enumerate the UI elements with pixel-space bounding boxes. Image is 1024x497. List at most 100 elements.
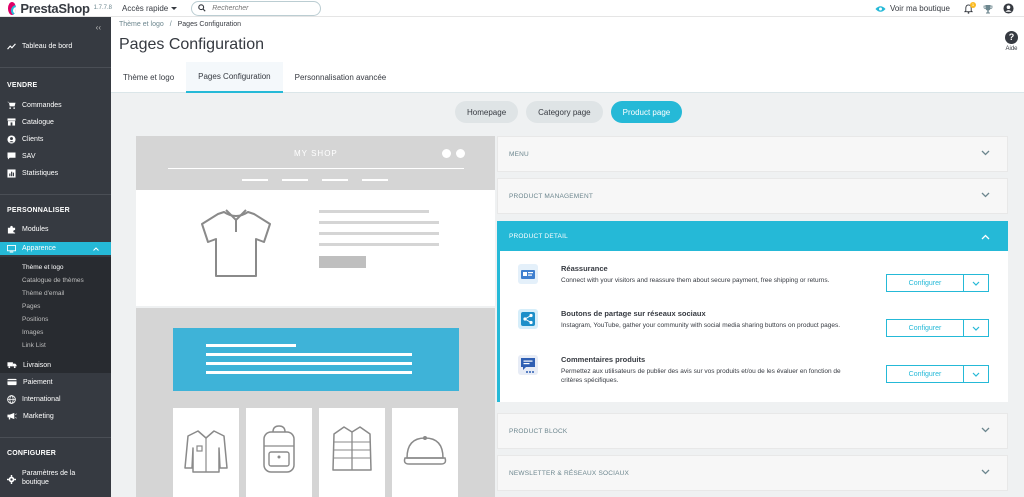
puzzle-icon: [7, 225, 16, 234]
chevron-down-icon: [972, 326, 980, 331]
sidebar-item-marketing[interactable]: Marketing: [0, 412, 111, 420]
pill-homepage[interactable]: Homepage: [455, 101, 519, 123]
sidebar-active-group: [0, 257, 111, 373]
prestashop-logo[interactable]: PrestaShop 1.7.7.8: [0, 1, 112, 16]
view-shop-label: Voir ma boutique: [889, 4, 950, 13]
tab-theme-logo[interactable]: Thème et logo: [111, 62, 186, 93]
module-title: Commentaires produits: [561, 355, 646, 364]
accordion-product-block[interactable]: PRODUCT BLOCK: [497, 413, 1008, 449]
accordion-product-management[interactable]: PRODUCT MANAGEMENT: [497, 178, 1008, 214]
chevron-down-icon: [981, 150, 990, 156]
configure-dropdown-toggle[interactable]: [964, 275, 988, 291]
sidebar-divider: [0, 194, 111, 195]
preview-separator: [168, 168, 464, 169]
help-label: Aide: [1005, 46, 1018, 52]
configure-button-group: Configurer: [886, 319, 989, 337]
configure-dropdown-toggle[interactable]: [964, 366, 988, 382]
bar-chart-icon: [7, 169, 16, 178]
sidebar-subitem-email-theme[interactable]: Thème d'email: [22, 290, 64, 297]
sidebar-item-label: Statistiques: [22, 170, 59, 177]
sidebar-divider: [0, 437, 111, 438]
page-preview: MY SHOP: [136, 136, 495, 497]
preview-nav-bar: [282, 179, 308, 181]
sidebar-item-shop-params[interactable]: Paramètres de la boutique: [0, 469, 111, 487]
sidebar-item-customers[interactable]: Clients: [0, 135, 111, 144]
sidebar-item-label: Paiement: [23, 378, 53, 386]
preview-text-bar: [319, 221, 439, 224]
preview-dot: [456, 149, 465, 158]
chevron-up-icon: [981, 234, 990, 240]
module-description: Connect with your visitors and reassure …: [561, 277, 830, 284]
sidebar-subitem-theme-logo[interactable]: Thème et logo: [22, 264, 64, 271]
tab-pages-configuration[interactable]: Pages Configuration: [186, 62, 283, 93]
sidebar-item-support[interactable]: SAV: [0, 152, 111, 160]
account-button[interactable]: [1003, 3, 1014, 14]
accordion-title: PRODUCT BLOCK: [509, 427, 568, 435]
reassurance-icon: [518, 264, 538, 284]
search-input[interactable]: [212, 4, 313, 12]
tab-advanced-customization[interactable]: Personnalisation avancée: [283, 62, 399, 93]
help-button[interactable]: ? Aide: [1005, 31, 1018, 52]
sidebar-subitem-pages[interactable]: Pages: [22, 303, 40, 310]
sidebar-item-payment[interactable]: Paiement: [0, 378, 111, 386]
view-shop-link[interactable]: Voir ma boutique: [875, 4, 950, 13]
quick-access-dropdown[interactable]: Accès rapide: [122, 4, 178, 13]
search-icon: [198, 4, 206, 12]
preview-card: [173, 408, 239, 497]
trophy-button[interactable]: [983, 4, 993, 14]
breadcrumb-parent[interactable]: Thème et logo: [119, 21, 164, 28]
configure-button-group: Configurer: [886, 274, 989, 292]
sidebar-item-modules[interactable]: Modules: [0, 225, 111, 234]
collapse-sidebar-icon[interactable]: ‹‹: [96, 23, 101, 32]
accordion-menu[interactable]: MENU: [497, 136, 1008, 172]
preview-card: [392, 408, 458, 497]
accordion-title: MENU: [509, 150, 529, 158]
configure-button[interactable]: Configurer: [887, 320, 964, 336]
sidebar-item-orders[interactable]: Commandes: [0, 101, 111, 109]
module-reassurance: Réassurance Connect with your visitors a…: [500, 264, 1008, 304]
configure-dropdown-toggle[interactable]: [964, 320, 988, 336]
chevron-down-icon: [972, 372, 980, 377]
module-product-comments: Commentaires produits Permettez aux util…: [500, 355, 1008, 395]
top-right-actions: Voir ma boutique 1: [875, 0, 1024, 17]
sidebar-item-stats[interactable]: Statistiques: [0, 169, 111, 178]
pill-category-page[interactable]: Category page: [526, 101, 603, 123]
sidebar-item-label: Commandes: [22, 101, 62, 109]
module-title: Réassurance: [561, 264, 608, 273]
accordion-product-detail[interactable]: PRODUCT DETAIL: [497, 221, 1008, 251]
configure-button[interactable]: Configurer: [887, 275, 964, 291]
module-social-share: Boutons de partage sur réseaux sociaux I…: [500, 309, 1008, 349]
page-title: Pages Configuration: [119, 36, 264, 53]
sidebar-item-appearance[interactable]: Apparence: [0, 242, 111, 255]
notifications-button[interactable]: 1: [964, 1, 976, 14]
sidebar-item-international[interactable]: International: [0, 395, 111, 404]
preview-header: MY SHOP: [136, 136, 495, 190]
sidebar-item-label-line1: Paramètres de la: [22, 470, 76, 477]
sidebar-subitem-positions[interactable]: Positions: [22, 316, 48, 323]
breadcrumb-current: Pages Configuration: [177, 21, 242, 28]
sidebar-subitem-link-list[interactable]: Link List: [22, 342, 46, 349]
sidebar-item-shipping[interactable]: Livraison: [0, 361, 111, 369]
share-icon: [518, 309, 538, 329]
preview-nav-bar: [242, 179, 268, 181]
chevron-down-icon: [981, 427, 990, 433]
sidebar-item-label: Marketing: [23, 412, 54, 420]
user-circle-icon: [1003, 3, 1014, 14]
sidebar-item-catalog[interactable]: Catalogue: [0, 118, 111, 126]
sidebar-item-label: Tableau de bord: [22, 43, 73, 50]
sidebar-item-label: International: [22, 396, 61, 403]
sidebar-subitem-theme-catalog[interactable]: Catalogue de thèmes: [22, 277, 84, 284]
chevron-down-icon: [981, 469, 990, 475]
search-box[interactable]: [191, 0, 322, 16]
accordion-newsletter-social[interactable]: NEWSLETTER & RÉSEAUX SOCIAUX: [497, 455, 1008, 491]
megaphone-icon: [7, 412, 17, 420]
page-tabs: Thème et logo Pages Configuration Person…: [111, 62, 1024, 93]
sidebar-item-dashboard[interactable]: Tableau de bord: [0, 43, 111, 50]
shirt-icon: [184, 430, 228, 473]
cart-icon: [7, 101, 16, 109]
sidebar-subitem-images[interactable]: Images: [22, 329, 43, 336]
configure-button[interactable]: Configurer: [887, 366, 964, 382]
preview-shop-name: MY SHOP: [294, 149, 338, 158]
pill-product-page[interactable]: Product page: [610, 101, 683, 123]
globe-icon: [7, 395, 16, 404]
